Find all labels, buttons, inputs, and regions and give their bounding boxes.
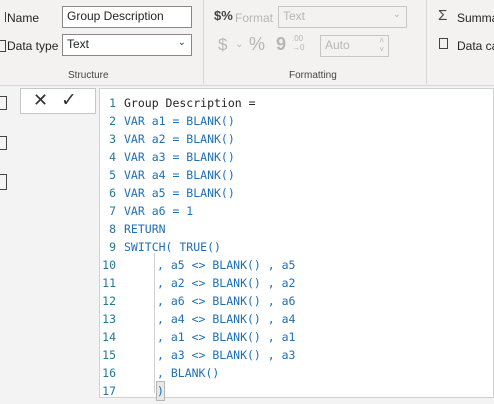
line-number: 9 xyxy=(109,240,116,254)
stepper-arrows-icon: ˄ ˅ xyxy=(379,36,384,54)
code-text: , a6 <> BLANK() , a6 xyxy=(157,294,296,308)
code-text: , a1 <> BLANK() , a1 xyxy=(157,330,296,344)
code-line[interactable]: 2 VAR a1 = BLANK() xyxy=(100,112,494,130)
code-line[interactable]: 12 , a6 <> BLANK() , a6 xyxy=(100,292,494,310)
code-text: , a4 <> BLANK() , a4 xyxy=(157,312,296,326)
code-line[interactable]: 7 VAR a6 = 1 xyxy=(100,202,494,220)
line-number: 1 xyxy=(109,96,116,110)
code-line[interactable]: 13 , a4 <> BLANK() , a4 xyxy=(100,310,494,328)
line-number: 13 xyxy=(102,312,116,326)
line-number: 5 xyxy=(109,168,116,182)
name-label: Name xyxy=(7,11,40,25)
divider xyxy=(426,0,427,84)
data-type-dropdown[interactable]: Text ⌄ xyxy=(62,34,192,56)
chevron-down-icon[interactable]: ⌄ xyxy=(235,39,243,50)
code-text: VAR a6 = 1 xyxy=(124,204,194,218)
code-line[interactable]: 3 VAR a2 = BLANK() xyxy=(100,130,494,148)
code-line[interactable]: 15 , a3 <> BLANK() , a3 xyxy=(100,346,494,364)
decimal-places-icon[interactable]: .00 →0 xyxy=(292,34,304,52)
code-text: , a3 <> BLANK() , a3 xyxy=(157,348,296,362)
currency-icon[interactable]: $ xyxy=(218,35,227,55)
code-text: RETURN xyxy=(124,222,166,236)
data-category-icon xyxy=(439,38,448,49)
data-category-label[interactable]: Data ca xyxy=(457,39,494,53)
code-line[interactable]: 16 , BLANK() xyxy=(100,364,494,382)
formula-actions: ✕ ✓ xyxy=(20,88,96,114)
code-line[interactable]: 9 SWITCH( TRUE() xyxy=(100,238,494,256)
decimal-places-stepper[interactable]: Auto ˄ ˅ xyxy=(320,35,389,57)
decimal-places-value: Auto xyxy=(325,38,350,52)
data-type-value: Text xyxy=(67,37,90,51)
code-line[interactable]: 10 , a5 <> BLANK() , a5 xyxy=(100,256,494,274)
left-view-strip xyxy=(0,86,16,404)
line-number: 8 xyxy=(109,222,116,236)
percent-icon[interactable]: % xyxy=(249,34,265,55)
code-line[interactable]: 8 RETURN xyxy=(100,220,494,238)
code-line[interactable]: 17) xyxy=(100,381,494,401)
line-number: 15 xyxy=(102,348,116,362)
line-number: 2 xyxy=(109,114,116,128)
code-line[interactable]: 1 Group Description = xyxy=(100,94,494,112)
model-view-icon[interactable] xyxy=(0,174,7,190)
code-text: Group Description = xyxy=(124,96,256,110)
code-text: , BLANK() xyxy=(157,366,220,380)
summarization-icon: Σ xyxy=(438,7,448,24)
line-number: 12 xyxy=(102,294,116,308)
code-text: VAR a5 = BLANK() xyxy=(124,186,235,200)
comma-icon[interactable]: 9 xyxy=(276,34,286,55)
code-text: VAR a1 = BLANK() xyxy=(124,114,235,128)
code-text: VAR a3 = BLANK() xyxy=(124,150,235,164)
code-line[interactable]: 11 , a2 <> BLANK() , a2 xyxy=(100,274,494,292)
data-type-icon xyxy=(0,40,6,52)
formatting-group-title: Formatting xyxy=(289,70,337,81)
format-dropdown[interactable]: Text ⌄ xyxy=(278,6,407,28)
line-number: 11 xyxy=(102,276,116,290)
name-icon xyxy=(0,12,6,22)
table-view-icon[interactable] xyxy=(0,136,7,150)
line-number: 16 xyxy=(102,366,116,380)
line-number: 4 xyxy=(109,150,116,164)
divider xyxy=(203,0,204,84)
format-label: Format xyxy=(235,11,274,25)
name-input[interactable]: Group Description xyxy=(62,6,192,28)
ribbon: Name Group Description Data type Text ⌄ … xyxy=(0,0,494,86)
line-number: 6 xyxy=(109,186,116,200)
code-text: VAR a2 = BLANK() xyxy=(124,132,235,146)
summarization-label[interactable]: Summa xyxy=(457,11,494,25)
line-number: 14 xyxy=(102,330,116,344)
code-text: , a5 <> BLANK() , a5 xyxy=(157,258,296,272)
code-text: ) xyxy=(156,381,165,401)
code-line[interactable]: 4 VAR a3 = BLANK() xyxy=(100,148,494,166)
data-type-label: Data type xyxy=(7,39,59,53)
format-icon: $% xyxy=(214,8,233,23)
code-line[interactable]: 14 , a1 <> BLANK() , a1 xyxy=(100,328,494,346)
line-number: 7 xyxy=(109,204,116,218)
commit-icon[interactable]: ✓ xyxy=(61,89,77,112)
chevron-down-icon: ⌄ xyxy=(177,37,186,48)
code-text: VAR a4 = BLANK() xyxy=(124,168,235,182)
code-text: SWITCH( TRUE() xyxy=(124,240,221,254)
line-number: 10 xyxy=(102,258,116,272)
cancel-icon[interactable]: ✕ xyxy=(33,90,48,111)
code-line[interactable]: 5 VAR a4 = BLANK() xyxy=(100,166,494,184)
chevron-down-icon: ⌄ xyxy=(392,9,401,20)
line-number: 17 xyxy=(102,384,116,398)
code-line[interactable]: 6 VAR a5 = BLANK() xyxy=(100,184,494,202)
dax-formula-editor[interactable]: 1 Group Description = 2 VAR a1 = BLANK() 3 VA… xyxy=(99,88,494,401)
report-view-icon[interactable] xyxy=(0,96,7,110)
code-text: , a2 <> BLANK() , a2 xyxy=(157,276,296,290)
format-value: Text xyxy=(283,9,306,23)
structure-group-title: Structure xyxy=(68,70,109,81)
line-number: 3 xyxy=(109,132,116,146)
